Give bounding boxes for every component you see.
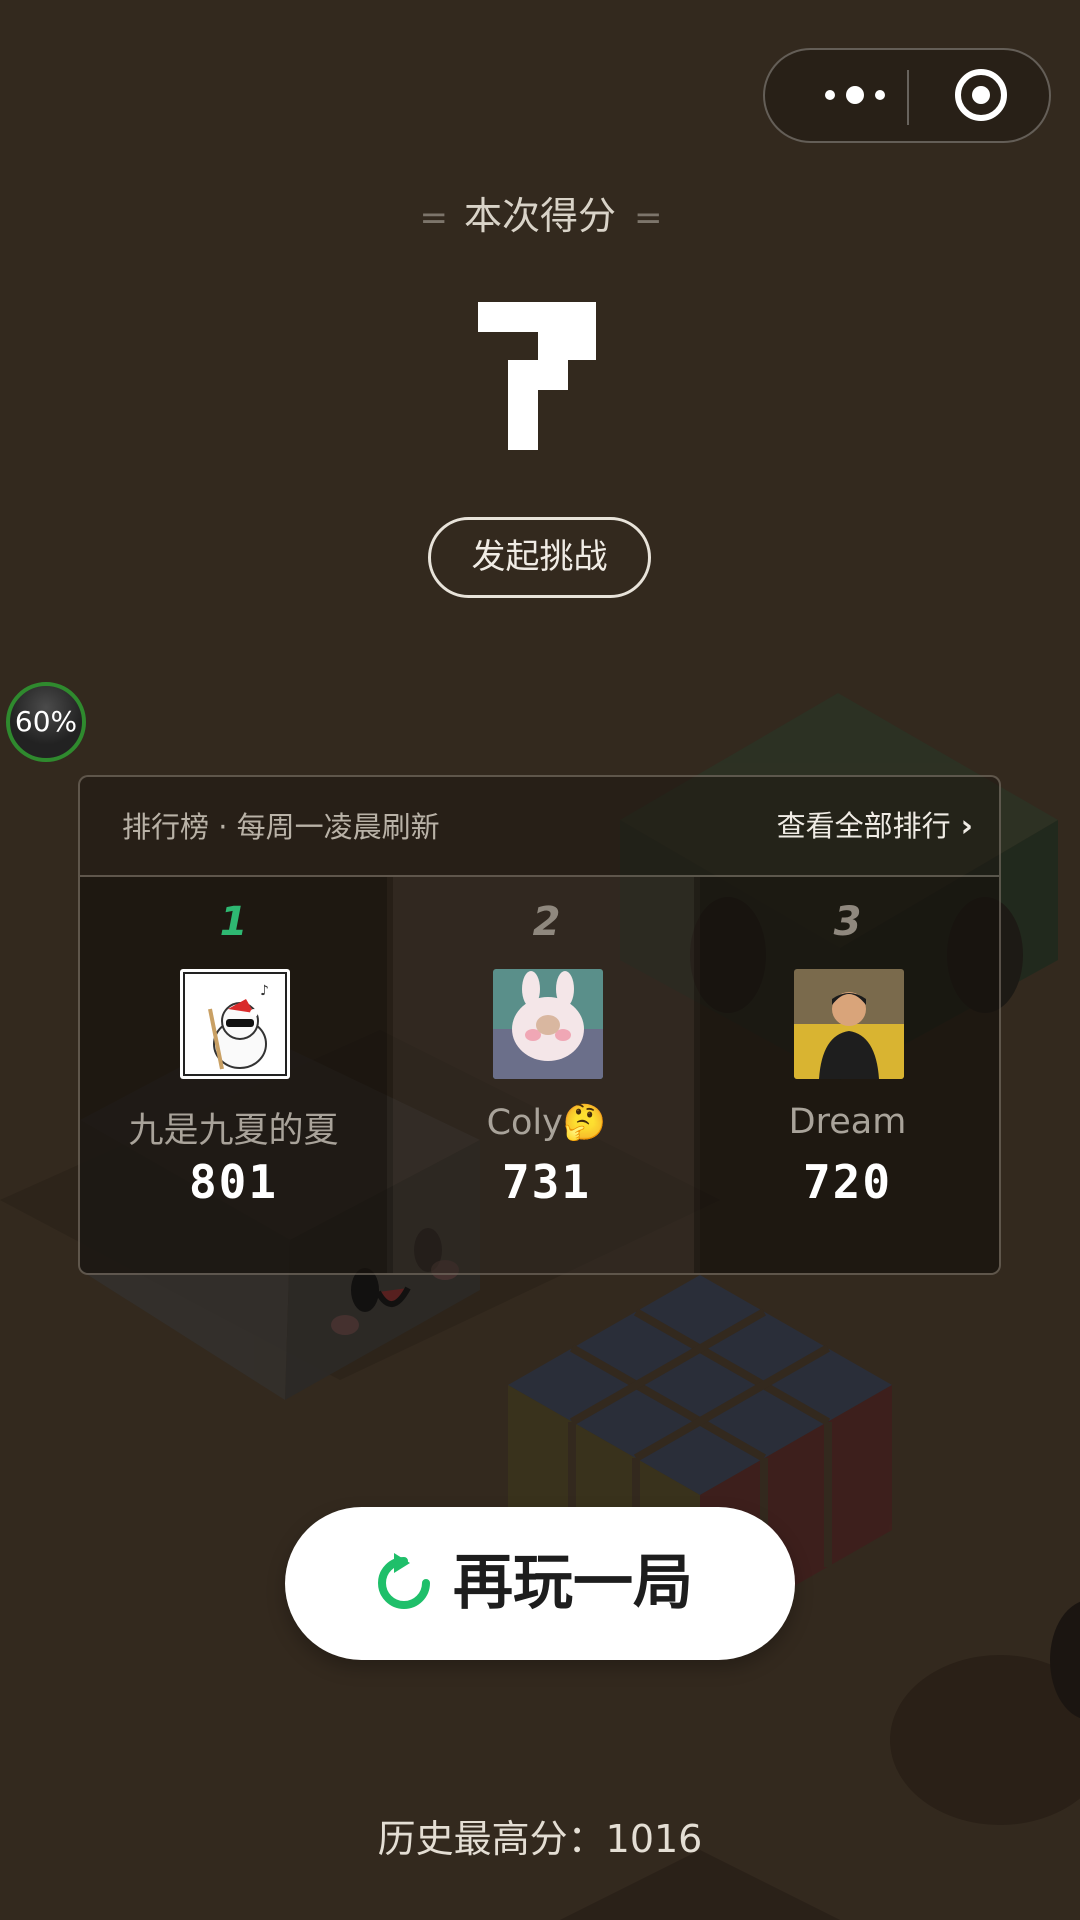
leaderboard-entry[interactable]: 2 Coly🤔 731: [393, 877, 700, 1273]
target-close-icon: [955, 69, 1007, 121]
more-dots-icon: [825, 86, 885, 104]
avatar: [493, 969, 603, 1079]
best-score-text: 历史最高分：1016: [377, 1817, 703, 1861]
svg-text:♪: ♪: [260, 983, 269, 999]
player-name: Dream: [788, 1102, 907, 1142]
mini-program-capsule: [763, 48, 1051, 143]
close-mini-program-button[interactable]: [911, 50, 1051, 141]
avatar: ♪: [180, 969, 290, 1079]
score-digit: [478, 302, 596, 450]
left-equals-decoration: =: [419, 198, 447, 238]
avatar: [794, 969, 904, 1079]
current-score-value: [478, 302, 598, 450]
leaderboard-panel: 排行榜 · 每周一凌晨刷新 查看全部排行 › 1 ♪ 九是九夏的夏 801 2: [78, 775, 1001, 1275]
player-score: 801: [188, 1155, 279, 1209]
rank-number: 2: [532, 899, 561, 945]
chevron-right-icon: ›: [960, 809, 973, 844]
leaderboard-entry[interactable]: 3 Dream 720: [694, 877, 999, 1273]
replay-icon: [378, 1553, 430, 1609]
view-all-rankings-link[interactable]: 查看全部排行 ›: [777, 803, 973, 850]
leaderboard-title: 排行榜 · 每周一凌晨刷新: [122, 810, 440, 844]
capsule-divider: [907, 70, 909, 125]
play-again-label: 再玩一局: [453, 1548, 693, 1618]
current-score-label: = 本次得分 =: [340, 190, 740, 242]
player-name: Coly🤔: [486, 1103, 607, 1143]
rank-number: 1: [219, 899, 248, 945]
player-name: 九是九夏的夏: [128, 1111, 339, 1151]
progress-badge: 60%: [6, 682, 86, 762]
start-challenge-button[interactable]: 发起挑战: [428, 517, 651, 598]
view-all-rankings-label: 查看全部排行: [776, 809, 951, 843]
score-label-text: 本次得分: [463, 194, 616, 238]
leaderboard-entry[interactable]: 1 ♪ 九是九夏的夏 801: [80, 877, 387, 1273]
player-score: 731: [501, 1155, 592, 1209]
rank-number: 3: [833, 899, 862, 945]
play-again-button[interactable]: 再玩一局: [285, 1507, 795, 1660]
leaderboard-header: 排行榜 · 每周一凌晨刷新 查看全部排行 ›: [80, 777, 999, 877]
more-options-button[interactable]: [805, 50, 905, 141]
player-score: 720: [802, 1155, 893, 1209]
right-equals-decoration: =: [634, 198, 662, 238]
